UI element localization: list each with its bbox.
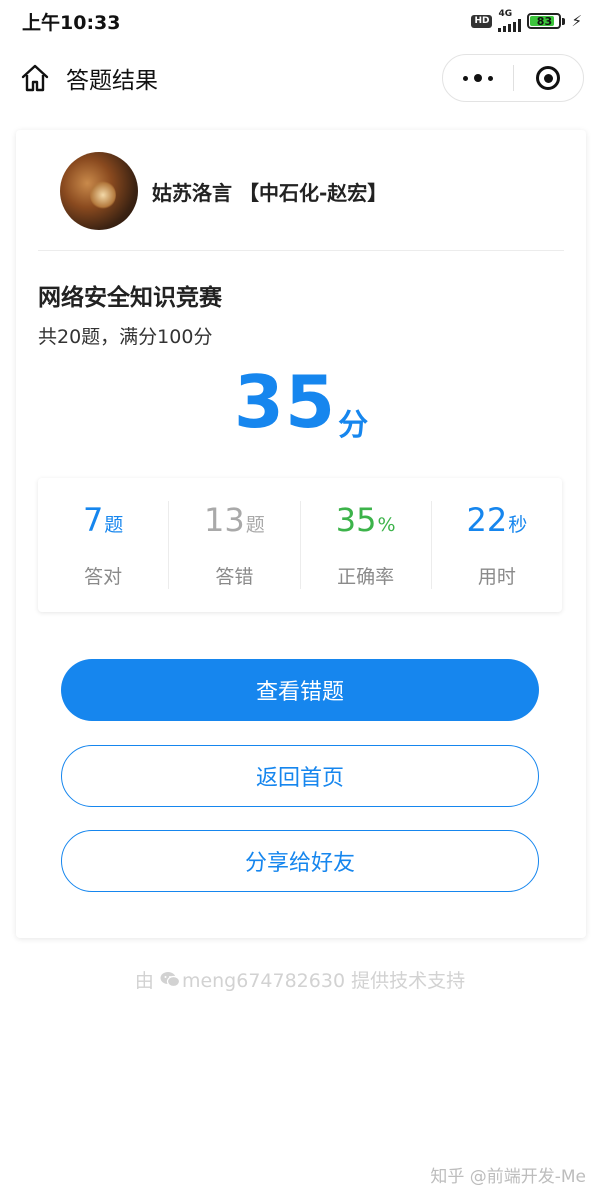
share-friends-button[interactable]: 分享给好友 <box>61 830 539 892</box>
stat-time: 22 秒 用时 <box>432 501 562 589</box>
network-indicator: 4G <box>498 9 522 32</box>
result-card: 姑苏洛言 【中石化-赵宏】 网络安全知识竞赛 共20题，满分100分 35 分 … <box>16 130 586 938</box>
back-home-button[interactable]: 返回首页 <box>61 745 539 807</box>
battery-tip <box>562 17 566 25</box>
target-close-icon <box>536 66 561 90</box>
home-icon[interactable] <box>18 61 52 95</box>
stat-accuracy: 35 % 正确率 <box>301 501 431 589</box>
stat-value-row: 22 秒 <box>467 501 528 539</box>
divider <box>38 250 564 251</box>
signal-icon <box>498 19 522 32</box>
more-button[interactable] <box>443 55 513 101</box>
stat-value-row: 7 题 <box>83 501 123 539</box>
stat-value-row: 13 题 <box>204 501 265 539</box>
charging-icon: ⚡ <box>571 12 582 30</box>
stat-label: 正确率 <box>337 566 395 588</box>
status-time: 上午10:33 <box>22 11 121 34</box>
score-value: 35 <box>233 360 337 444</box>
nav-bar: 答题结果 <box>0 48 600 108</box>
stat-value: 35 <box>335 501 377 539</box>
battery-icon: 83 <box>527 13 562 29</box>
stat-value: 7 <box>82 501 104 539</box>
more-dots-icon <box>462 74 493 82</box>
score-unit: 分 <box>338 408 369 443</box>
status-icons: HD 4G 83 ⚡ <box>471 10 582 32</box>
review-wrong-button[interactable]: 查看错题 <box>61 659 539 721</box>
stat-value: 22 <box>466 501 508 539</box>
stat-value-row: 35 % <box>336 501 396 539</box>
quiz-title: 网络安全知识竞赛 <box>38 285 222 311</box>
hd-badge: HD <box>471 14 493 28</box>
stat-label: 用时 <box>477 566 516 588</box>
stat-unit: 秒 <box>508 514 528 536</box>
page-title: 答题结果 <box>66 68 158 94</box>
user-info: 姑苏洛言 【中石化-赵宏】 <box>60 152 387 230</box>
close-button[interactable] <box>514 55 584 101</box>
stat-label: 答对 <box>84 566 123 588</box>
stat-label: 答错 <box>215 566 254 588</box>
stat-correct: 7 题 答对 <box>38 501 168 589</box>
status-bar: 上午10:33 HD 4G 83 ⚡ <box>0 0 600 42</box>
score-display: 35 分 <box>16 360 586 444</box>
support-prefix: 由 <box>134 970 154 992</box>
stats-panel: 7 题 答对 13 题 答错 35 % 正确率 22 秒 用时 <box>38 478 562 612</box>
user-name: 姑苏洛言 【中石化-赵宏】 <box>152 180 388 205</box>
support-contact: meng674782630 提供技术支持 <box>181 970 466 992</box>
quiz-subtitle: 共20题，满分100分 <box>38 326 213 348</box>
stat-unit: % <box>377 514 396 536</box>
watermark: 知乎 @前端开发-Me <box>430 1167 586 1187</box>
mini-program-capsule <box>442 54 584 102</box>
stat-wrong: 13 题 答错 <box>169 501 299 589</box>
stat-unit: 题 <box>245 514 265 536</box>
network-type: 4G <box>498 9 513 19</box>
stat-unit: 题 <box>104 514 124 536</box>
battery-level: 83 <box>536 14 553 28</box>
stat-value: 13 <box>204 501 245 539</box>
quiz-result-page: 上午10:33 HD 4G 83 ⚡ 答题结果 姑苏洛言 【中石化-赵宏】 网络… <box>0 0 600 1200</box>
avatar <box>60 152 138 230</box>
wechat-icon <box>160 971 180 988</box>
tech-support-text: 由 meng674782630 提供技术支持 <box>0 966 600 993</box>
